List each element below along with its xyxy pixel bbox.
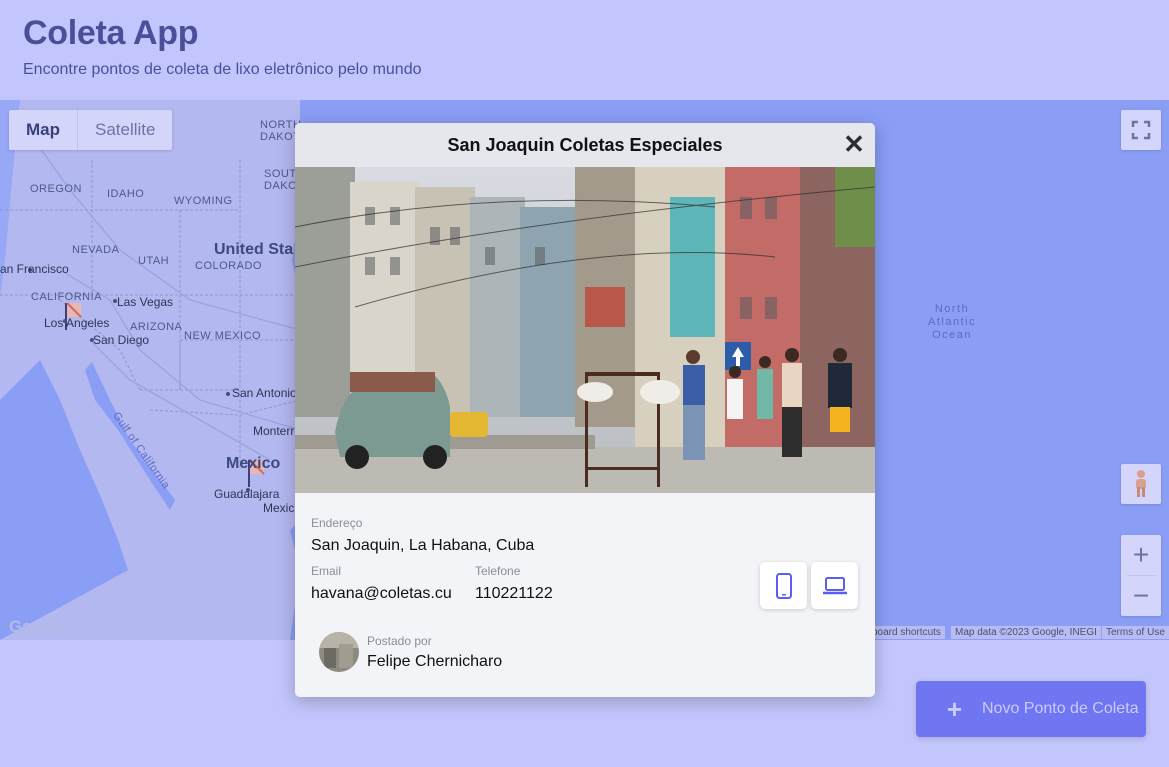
app-subtitle: Encontre pontos de coleta de lixo eletrô… xyxy=(23,61,422,78)
map-label-guadalajara: Guadalajara xyxy=(214,487,280,501)
location-photo xyxy=(295,167,875,493)
zoom-out-button[interactable]: − xyxy=(1121,576,1161,616)
zoom-in-icon: + xyxy=(1132,539,1150,570)
map-label-california: CALIFORNIA xyxy=(31,291,103,303)
map-label-nevada: NEVADA xyxy=(72,244,120,256)
phone-value: 110221122 xyxy=(475,585,553,602)
modal-title: San Joaquin Coletas Especiales xyxy=(447,134,723,155)
poster-name: Felipe Chernicharo xyxy=(367,652,503,670)
map-label-colorado: COLORADO xyxy=(195,260,262,272)
new-collection-point-button[interactable]: + Novo Ponto de Coleta xyxy=(916,681,1146,737)
poster-block: Postado por Felipe Chernicharo xyxy=(319,632,502,672)
phone-block: Telefone 110221122 xyxy=(475,564,553,603)
zoom-control: + − xyxy=(1121,535,1161,616)
google-logo: Google xyxy=(9,617,65,636)
pegman-icon xyxy=(1136,470,1146,497)
plus-icon: + xyxy=(946,693,962,724)
map-type-map-button[interactable]: Map xyxy=(9,110,77,150)
map-label-wyoming: WYOMING xyxy=(174,195,233,207)
close-button[interactable]: ✕ xyxy=(843,131,865,157)
app-title: Coleta App xyxy=(23,14,199,52)
zoom-in-button[interactable]: + xyxy=(1121,535,1161,575)
map-label-new-mexico: NEW MEXICO xyxy=(184,330,262,342)
map-label-las-vegas: Las Vegas xyxy=(117,295,174,309)
map-label-san-antonio: San Antonio xyxy=(232,386,297,400)
map-label-mexico-city: Mexic xyxy=(263,501,295,515)
fullscreen-icon xyxy=(1131,120,1151,140)
email-block: Email havana@coletas.cu xyxy=(311,564,452,603)
zoom-out-icon: − xyxy=(1132,580,1150,611)
smartphone-icon xyxy=(775,572,792,599)
address-label: Endereço xyxy=(311,516,363,530)
map-type-control: Map Satellite xyxy=(9,110,173,150)
call-phone-button[interactable] xyxy=(760,562,807,609)
keyboard-shortcuts-link[interactable]: board shortcuts xyxy=(868,626,945,639)
poster-text: Postado por Felipe Chernicharo xyxy=(367,634,502,671)
collection-point-modal: San Joaquin Coletas Especiales ✕ Endereç… xyxy=(295,123,875,697)
map-label-mexico: Mexico xyxy=(226,455,281,472)
map-type-satellite-button[interactable]: Satellite xyxy=(77,110,172,150)
laptop-icon xyxy=(822,576,847,594)
email-value: havana@coletas.cu xyxy=(311,585,452,602)
avatar xyxy=(319,632,359,672)
poster-label: Postado por xyxy=(367,633,432,648)
open-website-button[interactable] xyxy=(811,562,858,609)
map-label-los-angeles: Los Angeles xyxy=(44,316,110,330)
map-label-monterrey: Monterre xyxy=(253,424,302,438)
map-label-san-francisco: an Francisco xyxy=(0,262,69,276)
modal-header: San Joaquin Coletas Especiales ✕ xyxy=(295,123,875,167)
map-label-san-diego: San Diego xyxy=(93,333,150,347)
close-icon: ✕ xyxy=(843,129,865,159)
map-label-utah: UTAH xyxy=(138,255,170,267)
map-label-north-atlantic: North Atlantic Ocean xyxy=(928,303,977,341)
map-label-idaho: IDAHO xyxy=(107,188,145,200)
new-collection-point-label: Novo Ponto de Coleta xyxy=(982,700,1139,717)
fullscreen-button[interactable] xyxy=(1121,110,1161,150)
street-view-button[interactable] xyxy=(1121,464,1161,504)
map-data-attribution: Map data ©2023 Google, INEGI xyxy=(950,626,1101,639)
email-label: Email xyxy=(311,564,342,578)
map-label-oregon: OREGON xyxy=(30,183,82,195)
app-header: Coleta App Encontre pontos de coleta de … xyxy=(0,0,1169,100)
map-label-arizona: ARIZONA xyxy=(130,321,183,333)
address-block: Endereço San Joaquin, La Habana, Cuba xyxy=(311,516,534,555)
map-label-united-states: United Sta xyxy=(214,241,294,258)
phone-label: Telefone xyxy=(475,564,521,578)
terms-of-use-link[interactable]: Terms of Use xyxy=(1101,626,1169,639)
address-value: San Joaquin, La Habana, Cuba xyxy=(311,537,535,554)
